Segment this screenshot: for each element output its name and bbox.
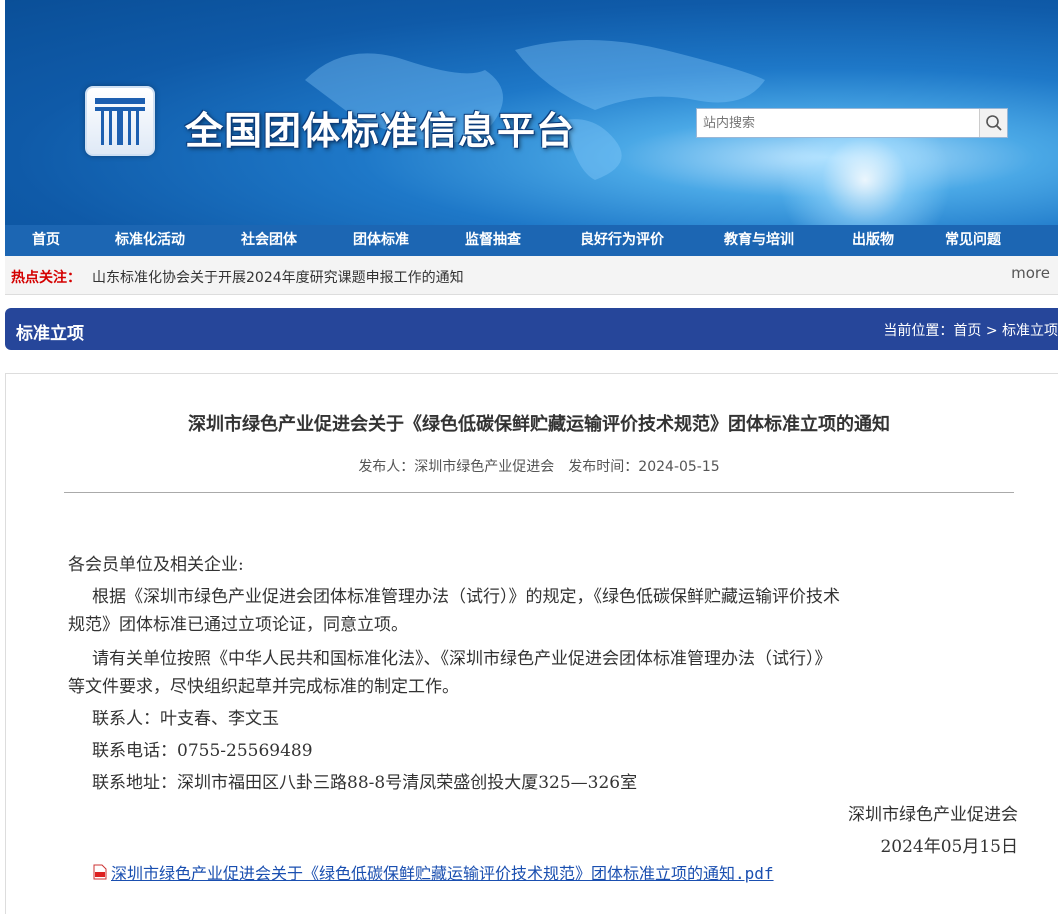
- attachment-filename: 深圳市绿色产业促进会关于《绿色低碳保鲜贮藏运输评价技术规范》团体标准立项的通知.…: [111, 864, 774, 883]
- nav-item-education[interactable]: 教育与培训: [695, 225, 823, 256]
- contact-phone: 联系电话：0755-25569489: [92, 741, 313, 761]
- section-header: 标准立项 当前位置：首页 > 标准立项: [5, 308, 1058, 350]
- nav-item-faq[interactable]: 常见问题: [923, 225, 1023, 256]
- nav-item-group-standards[interactable]: 团体标准: [325, 225, 437, 256]
- nav-item-social-groups[interactable]: 社会团体: [213, 225, 325, 256]
- nav-item-standardization-activities[interactable]: 标准化活动: [87, 225, 213, 256]
- site-logo[interactable]: [85, 86, 155, 156]
- main-nav: 首页 标准化活动 社会团体 团体标准 监督抽查 良好行为评价 教育与培训 出版物…: [5, 225, 1058, 256]
- breadcrumb-home-link[interactable]: 首页: [953, 323, 981, 339]
- article-title: 深圳市绿色产业促进会关于《绿色低碳保鲜贮藏运输评价技术规范》团体标准立项的通知: [188, 414, 890, 435]
- breadcrumb-prefix: 当前位置：: [883, 323, 954, 339]
- paragraph-2-line-1: 请有关单位按照《中华人民共和国标准化法》、《深圳市绿色产业促进会团体标准管理办法…: [92, 649, 832, 669]
- search-input[interactable]: [697, 109, 979, 137]
- nav-item-publications[interactable]: 出版物: [823, 225, 923, 256]
- breadcrumb: 当前位置：首页 > 标准立项: [883, 320, 1058, 340]
- signature: 深圳市绿色产业促进会: [848, 805, 1018, 825]
- hot-topic-link[interactable]: 山东标准化协会关于开展2024年度研究课题申报工作的通知: [92, 267, 464, 287]
- site-title: 全国团体标准信息平台: [185, 109, 576, 153]
- logo-t-icon: [95, 98, 145, 145]
- contact-address: 联系地址：深圳市福田区八卦三路88-8号清凤荣盛创投大厦325—326室: [92, 773, 638, 793]
- section-title: 标准立项: [16, 324, 84, 344]
- search-box: [696, 108, 1008, 138]
- nav-item-home[interactable]: 首页: [5, 225, 87, 256]
- search-icon: [985, 115, 1002, 131]
- signature-date: 2024年05月15日: [880, 837, 1018, 857]
- article-card: 深圳市绿色产业促进会关于《绿色低碳保鲜贮藏运输评价技术规范》团体标准立项的通知 …: [5, 373, 1058, 914]
- hot-topics-bar: 热点关注： 山东标准化协会关于开展2024年度研究课题申报工作的通知 more: [5, 256, 1058, 295]
- more-link[interactable]: more: [1011, 264, 1050, 282]
- article-meta: 发布人：深圳市绿色产业促进会 发布时间：2024-05-15: [358, 459, 720, 475]
- nav-item-inspection[interactable]: 监督抽查: [437, 225, 549, 256]
- paragraph-2-line-2: 等文件要求，尽快组织起草并完成标准的制定工作。: [68, 677, 459, 697]
- attachment-link[interactable]: 深圳市绿色产业促进会关于《绿色低碳保鲜贮藏运输评价技术规范》团体标准立项的通知.…: [93, 860, 774, 884]
- hot-topics-label: 热点关注：: [11, 270, 81, 286]
- pdf-file-icon: [93, 864, 107, 880]
- title-divider: [64, 492, 1014, 493]
- breadcrumb-separator: >: [985, 323, 998, 339]
- breadcrumb-current-link[interactable]: 标准立项: [1002, 323, 1058, 339]
- contact-person: 联系人：叶支春、李文玉: [92, 709, 279, 729]
- search-button[interactable]: [979, 109, 1007, 137]
- paragraph-1-line-2: 规范》团体标准已通过立项论证，同意立项。: [68, 615, 408, 635]
- paragraph-1-line-1: 根据《深圳市绿色产业促进会团体标准管理办法（试行）》的规定，《绿色低碳保鲜贮藏运…: [92, 587, 840, 607]
- salutation: 各会员单位及相关企业:: [68, 555, 244, 575]
- nav-item-good-conduct[interactable]: 良好行为评价: [549, 225, 695, 256]
